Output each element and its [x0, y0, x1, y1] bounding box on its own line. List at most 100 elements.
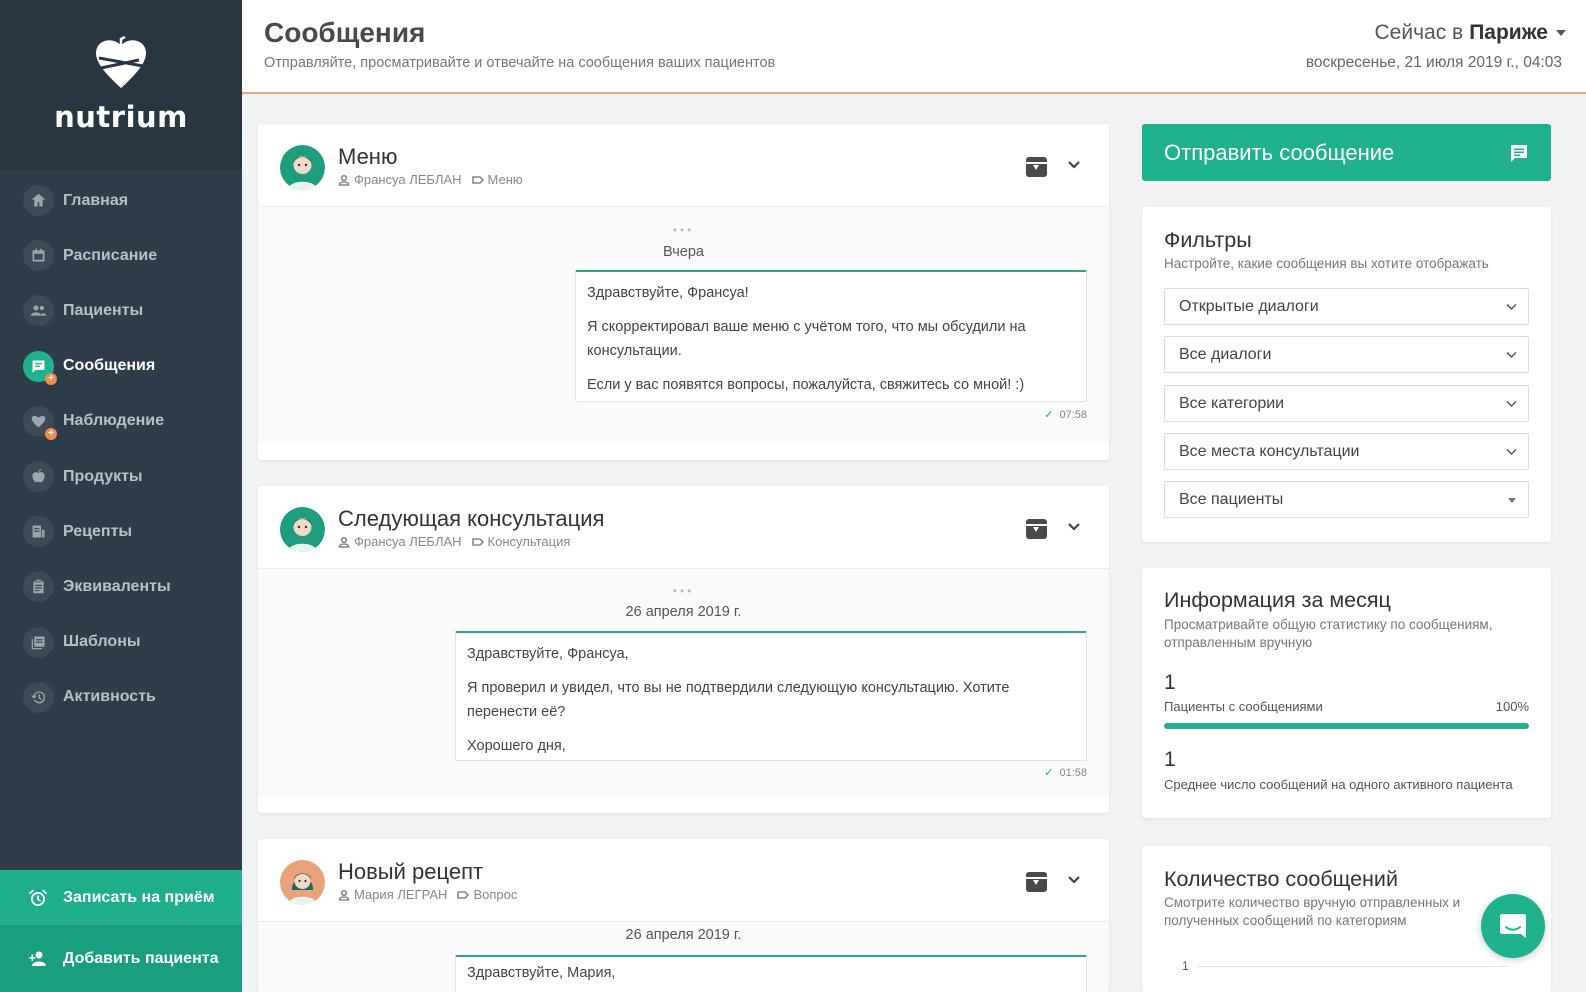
conversation-meta: Мария ЛЕГРАН Вопрос: [338, 887, 517, 902]
user-icon: [338, 536, 350, 548]
tag-icon: [471, 175, 484, 184]
archive-icon[interactable]: [1026, 157, 1047, 177]
message-icon: [1511, 145, 1527, 162]
sidebar-item-recipes[interactable]: Рецепты: [0, 504, 242, 559]
chat-launcher-button[interactable]: [1481, 894, 1545, 958]
select-value: Открытые диалоги: [1179, 297, 1319, 315]
conversation-body: ••• Вчера Здравствуйте, Франсуа! Я скорр…: [258, 207, 1109, 443]
conversation-meta: Франсуа ЛЕБЛАН Консультация: [338, 534, 570, 549]
sidebar-item-label: Наблюдение: [63, 412, 165, 430]
select-value: Все места консультации: [1179, 442, 1360, 460]
filters-panel: Фильтры Настройте, какие сообщения вы хо…: [1142, 207, 1551, 542]
patients-with-messages-percent: 100%: [1495, 699, 1529, 714]
message-bubble: Здравствуйте, Франсуа! Я скорректировал …: [575, 270, 1087, 402]
archive-icon[interactable]: [1026, 519, 1047, 539]
sidebar-item-schedule[interactable]: Расписание: [0, 228, 242, 283]
conversation-category: Консультация: [487, 534, 571, 549]
timezone-city: Париже: [1469, 21, 1548, 44]
sidebar-item-messages[interactable]: + Сообщения: [0, 339, 242, 394]
message-count-title: Количество сообщений: [1164, 867, 1398, 891]
templates-icon: [23, 626, 54, 658]
chart-gridline: [1198, 966, 1508, 967]
day-label: 26 апреля 2019 г.: [625, 927, 742, 943]
sidebar-item-home[interactable]: Главная: [0, 173, 242, 228]
message-line: Я проверил и увидел, что вы не подтверди…: [467, 680, 1010, 720]
message-time-value: 01:58: [1059, 766, 1087, 779]
patient-avatar: [280, 507, 325, 552]
book-appointment-button[interactable]: Записать на приём: [0, 870, 242, 925]
conversation-patient: Франсуа ЛЕБЛАН: [354, 172, 462, 187]
current-datetime: воскресенье, 21 июля 2019 г., 04:03: [1305, 54, 1562, 71]
archive-icon[interactable]: [1026, 872, 1047, 892]
page-header: Сообщения Отправляйте, просматривайте и …: [242, 0, 1586, 94]
patients-with-messages-value: 1: [1164, 671, 1176, 694]
conversation-card[interactable]: Меню Франсуа ЛЕБЛАН Меню ••• Вчера Здрав…: [258, 124, 1109, 460]
sidebar-item-label: Шаблоны: [63, 633, 141, 651]
sidebar-item-label: Пациенты: [63, 301, 144, 319]
message-count-description: Смотрите количество вручную отправленных…: [1164, 895, 1461, 928]
conversation-header[interactable]: Следующая консультация Франсуа ЛЕБЛАН Ко…: [258, 486, 1109, 569]
clipboard-icon: [23, 571, 54, 603]
chevron-down-icon[interactable]: [1067, 157, 1081, 171]
load-more-icon[interactable]: •••: [258, 584, 1109, 598]
chevron-down-icon[interactable]: [1067, 872, 1081, 886]
conversation-header[interactable]: Новый рецепт Мария ЛЕГРАН Вопрос: [258, 839, 1109, 922]
book-appointment-label: Записать на приём: [63, 888, 215, 906]
people-icon: [23, 295, 54, 327]
conversation-category: Меню: [487, 172, 523, 187]
sidebar-item-templates[interactable]: Шаблоны: [0, 615, 242, 670]
conversation-title: Меню: [338, 144, 398, 169]
message-bubble: Здравствуйте, Франсуа, Я проверил и увид…: [455, 631, 1087, 761]
patient-filter-select[interactable]: Все пациенты: [1164, 481, 1529, 518]
conversation-body: ••• 26 апреля 2019 г. Здравствуйте, Фран…: [258, 569, 1109, 796]
sidebar-item-foods[interactable]: Продукты: [0, 449, 242, 504]
caret-down-icon: [1508, 498, 1516, 503]
sidebar-item-monitoring[interactable]: + Наблюдение: [0, 394, 242, 449]
conversation-patient: Франсуа ЛЕБЛАН: [354, 534, 462, 549]
add-patient-button[interactable]: Добавить пациента: [0, 925, 242, 992]
brand-logo[interactable]: nutrium: [0, 0, 242, 170]
check-icon: ✓: [1044, 767, 1054, 779]
chevron-down-icon[interactable]: [1067, 519, 1081, 533]
conversation-category: Вопрос: [473, 887, 518, 902]
message-line: Здравствуйте, Мария,: [467, 965, 616, 981]
patients-with-messages-label: Пациенты с сообщениями: [1164, 699, 1323, 714]
sidebar-item-activity[interactable]: Активность: [0, 670, 242, 725]
page-subtitle: Отправляйте, просматривайте и отвечайте …: [264, 55, 776, 71]
monthly-description: Просматривайте общую статистику по сообщ…: [1164, 617, 1493, 650]
conversation-card[interactable]: Следующая консультация Франсуа ЛЕБЛАН Ко…: [258, 486, 1109, 813]
filters-title: Фильтры: [1164, 228, 1252, 252]
conversation-title: Новый рецепт: [338, 859, 484, 884]
patient-avatar: [280, 145, 325, 190]
select-value: Все категории: [1179, 394, 1285, 412]
send-message-button[interactable]: Отправить сообщение: [1142, 124, 1551, 181]
location-filter-select[interactable]: Все места консультации: [1164, 433, 1529, 470]
chart-axis-tick: 1: [1182, 959, 1189, 973]
heart-logo-icon: [96, 36, 146, 88]
sidebar-item-patients[interactable]: Пациенты: [0, 283, 242, 338]
day-label: 26 апреля 2019 г.: [625, 604, 742, 620]
category-filter-select[interactable]: Все категории: [1164, 385, 1529, 422]
select-value: Все пациенты: [1179, 490, 1284, 508]
load-more-icon[interactable]: •••: [258, 223, 1109, 237]
chevron-down-icon: [1506, 400, 1517, 408]
sidebar-item-equivalents[interactable]: Эквиваленты: [0, 559, 242, 614]
heart-icon: +: [23, 405, 57, 440]
timezone-selector[interactable]: Сейчас в Париже: [1375, 21, 1566, 45]
message-time-value: 07:58: [1059, 408, 1087, 421]
conversation-card[interactable]: Новый рецепт Мария ЛЕГРАН Вопрос 26 апре…: [258, 839, 1109, 992]
message-time: ✓ 01:58: [1044, 766, 1087, 780]
sidebar-item-label: Продукты: [63, 467, 143, 485]
select-value: Все диалоги: [1179, 345, 1272, 363]
dialogs-filter-select[interactable]: Все диалоги: [1164, 336, 1529, 373]
sidebar-item-label: Главная: [63, 191, 129, 209]
plus-badge: +: [45, 372, 57, 385]
monthly-info-panel: Информация за месяц Просматривайте общую…: [1142, 568, 1551, 818]
check-icon: ✓: [1044, 409, 1054, 421]
sidebar-item-label: Сообщения: [63, 357, 156, 375]
message-time: ✓ 07:58: [1044, 408, 1087, 422]
status-filter-select[interactable]: Открытые диалоги: [1164, 288, 1529, 325]
conversation-header[interactable]: Меню Франсуа ЛЕБЛАН Меню: [258, 124, 1109, 207]
history-icon: [23, 681, 54, 713]
user-icon: [338, 174, 350, 186]
